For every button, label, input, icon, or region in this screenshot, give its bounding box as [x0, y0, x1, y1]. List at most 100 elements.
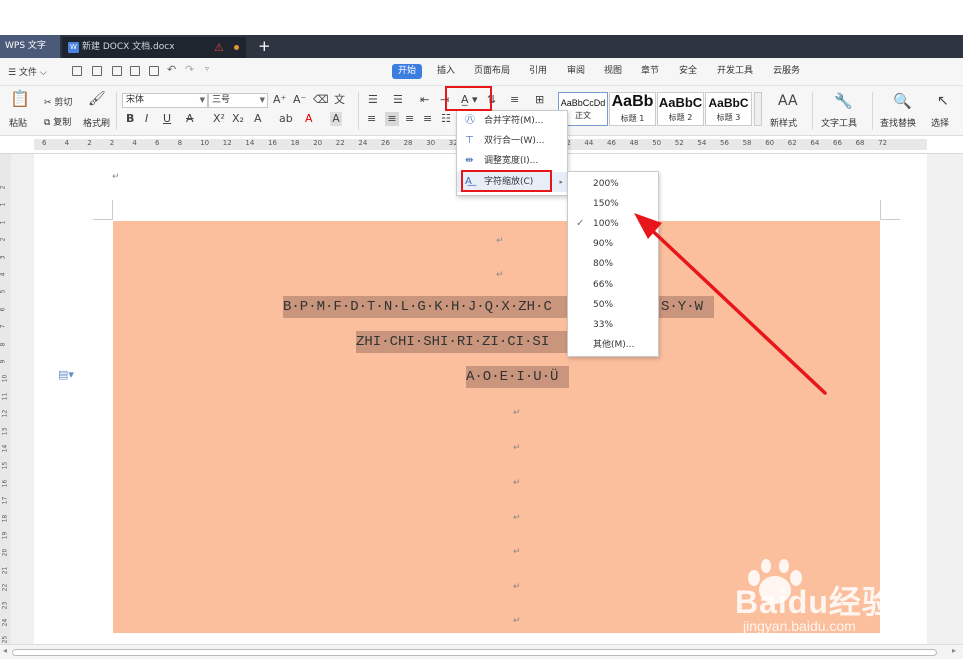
paste-button[interactable]: 粘贴: [9, 116, 27, 129]
tab-insert[interactable]: 插入: [431, 64, 461, 79]
scale-option-200[interactable]: 200%: [568, 174, 658, 194]
menu-bar: ☰ 文件 ⌵ ↶ ↷ ▿ 开始 插入 页面布局 引用 审阅 视图 章节 安全 开…: [0, 58, 963, 86]
align-left-icon[interactable]: ≡: [367, 112, 376, 126]
undo-icon[interactable]: ↶: [167, 63, 176, 76]
new-style-icon[interactable]: AA: [778, 94, 798, 108]
char-shading-icon[interactable]: A: [330, 112, 342, 126]
customize-icon[interactable]: ▿: [205, 64, 209, 73]
baidu-watermark: Baidu经验 jingyan.baidu.com: [725, 555, 950, 640]
strikethrough-icon[interactable]: A: [186, 112, 194, 126]
wrench-icon[interactable]: 🔧: [834, 94, 853, 109]
paragraph-mark: ↵: [513, 408, 521, 418]
shrink-font-icon[interactable]: A⁻: [293, 93, 306, 107]
file-menu-label: 文件: [18, 68, 37, 78]
subscript-icon[interactable]: X₂: [232, 112, 244, 126]
cursor-icon[interactable]: ↖: [937, 94, 949, 108]
style-heading-2[interactable]: AaBbC 标题 2: [657, 92, 704, 126]
align-right-icon[interactable]: ≡: [405, 112, 414, 126]
bold-icon[interactable]: B: [126, 112, 134, 126]
scroll-right-icon[interactable]: ▸: [952, 646, 956, 655]
underline-icon[interactable]: U: [163, 112, 171, 126]
vertical-ruler-tick-label: 6: [0, 307, 7, 312]
format-painter-button[interactable]: 格式刷: [83, 116, 110, 129]
two-lines-icon: ⊤: [465, 135, 474, 146]
scrollbar-thumb[interactable]: [12, 649, 937, 656]
vertical-ruler-tick-label: 16: [1, 479, 9, 488]
text-tools-button[interactable]: 文字工具: [821, 116, 857, 129]
tab-page-layout[interactable]: 页面布局: [468, 64, 516, 79]
ruler-tick-label: 50: [652, 139, 662, 147]
line-spacing-icon[interactable]: ≡: [510, 93, 519, 107]
numbered-list-icon[interactable]: ☰: [393, 93, 403, 107]
print-icon[interactable]: [130, 66, 140, 76]
font-name-select[interactable]: 宋体 ▼: [122, 93, 208, 108]
paragraph-mark: ↵: [513, 616, 521, 626]
tab-security[interactable]: 安全: [673, 64, 703, 79]
ruler-tick-label: 2: [109, 139, 115, 147]
superscript-icon[interactable]: X²: [213, 112, 225, 126]
align-center-icon[interactable]: ≡: [385, 112, 399, 126]
ruler-tick-label: 66: [833, 139, 842, 147]
style-heading-1[interactable]: AaBb 标题 1: [609, 92, 656, 126]
font-color-icon[interactable]: A: [305, 112, 313, 126]
word-doc-icon: W: [68, 42, 79, 53]
save-icon[interactable]: [92, 66, 102, 76]
tab-view[interactable]: 视图: [598, 64, 628, 79]
vertical-ruler-tick-label: 1: [0, 202, 7, 207]
open-icon[interactable]: [72, 66, 82, 76]
export-pdf-icon[interactable]: [112, 66, 122, 76]
clipboard-icon[interactable]: 📋: [10, 91, 30, 107]
brush-icon[interactable]: 🖌: [88, 92, 106, 106]
menu-item-combine-chars[interactable]: ㊇合并字符(M)...: [457, 111, 567, 131]
vertical-ruler-tick-label: 15: [1, 462, 9, 470]
vertical-ruler-tick-label: 12: [1, 409, 9, 418]
cut-button[interactable]: ✂ 剪切: [44, 95, 72, 108]
find-replace-button[interactable]: 查找替换: [880, 116, 916, 129]
vertical-ruler-tick-label: 10: [1, 375, 9, 383]
doc-nav-icon[interactable]: ▤▾: [58, 368, 74, 381]
highlight-icon[interactable]: ab: [279, 112, 293, 126]
vertical-ruler-tick-label: 2: [0, 185, 7, 190]
document-tab[interactable]: W 新建 DOCX 文档.docx ⚠: [62, 37, 246, 58]
new-tab-button[interactable]: +: [258, 35, 271, 57]
style-heading-3-preview: AaBbC: [708, 96, 749, 110]
redo-icon[interactable]: ↷: [185, 63, 194, 76]
vertical-ruler[interactable]: 2 1 1 2 3 4 5 6 7 8 9 10 11 12 13 14 15 16 17 18 19 20 21 22 23 2…: [0, 154, 11, 644]
menu-item-adjust-width[interactable]: ⇹ 调整宽度(I)...: [457, 151, 567, 171]
menu-item-two-lines[interactable]: ⊤ 双行合一(W)...: [457, 131, 567, 151]
justify-icon[interactable]: ≡: [423, 112, 432, 126]
horizontal-scrollbar[interactable]: ◂ ▸: [0, 644, 963, 659]
ruler-tick-label: 54: [697, 139, 707, 147]
tab-cloud[interactable]: 云服务: [767, 64, 806, 79]
text-effect-icon[interactable]: A: [254, 112, 262, 126]
title-bar: WPS 文字 W 新建 DOCX 文档.docx ⚠ +: [0, 35, 963, 58]
select-button[interactable]: 选择: [931, 116, 949, 129]
pinyin-icon[interactable]: 文: [334, 93, 345, 107]
borders-icon[interactable]: ⊞: [535, 93, 544, 107]
bullet-list-icon[interactable]: ☰: [368, 93, 378, 107]
text-line-vowels[interactable]: A·O·E·I·U·Ü: [466, 366, 569, 388]
search-icon[interactable]: 🔍: [893, 94, 912, 109]
vertical-ruler-tick-label: 20: [1, 549, 9, 557]
new-style-button[interactable]: 新样式: [770, 116, 797, 129]
styles-scroll[interactable]: [754, 92, 762, 126]
vertical-ruler-tick-label: 1: [0, 220, 7, 225]
clear-format-icon[interactable]: ⌫: [313, 93, 329, 107]
grow-font-icon[interactable]: A⁺: [273, 93, 286, 107]
copy-button[interactable]: ⧉ 复制: [44, 115, 71, 128]
decrease-indent-icon[interactable]: ⇤: [420, 93, 429, 107]
tab-home[interactable]: 开始: [392, 64, 423, 79]
tab-references[interactable]: 引用: [523, 64, 553, 79]
font-size-select[interactable]: 三号 ▼: [208, 93, 268, 108]
italic-icon[interactable]: I: [145, 112, 148, 126]
scroll-left-icon[interactable]: ◂: [3, 646, 7, 655]
distributed-icon[interactable]: ☷: [441, 112, 451, 126]
app-tab[interactable]: WPS 文字: [0, 35, 60, 58]
tab-developer[interactable]: 开发工具: [711, 64, 759, 79]
tab-review[interactable]: 审阅: [561, 64, 591, 79]
print-preview-icon[interactable]: [149, 66, 159, 76]
style-heading-3[interactable]: AaBbC 标题 3: [705, 92, 752, 126]
file-menu[interactable]: ☰ 文件 ⌵: [8, 65, 47, 78]
ruler-tick-label: 56: [720, 139, 729, 147]
tab-sections[interactable]: 章节: [635, 64, 665, 79]
